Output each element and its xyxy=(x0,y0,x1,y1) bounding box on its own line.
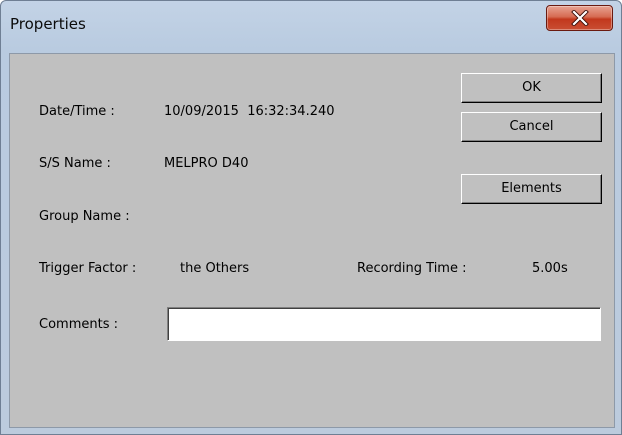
trigger-factor-value: the Others xyxy=(180,261,250,276)
date-time-value: 10/09/2015 16:32:34.240 xyxy=(164,104,335,119)
close-icon xyxy=(571,10,589,26)
group-name-label: Group Name : xyxy=(39,209,130,224)
comments-label: Comments : xyxy=(39,317,118,332)
ss-name-label: S/S Name : xyxy=(39,156,111,171)
date-time-label: Date/Time : xyxy=(39,104,115,119)
recording-time-label: Recording Time : xyxy=(357,261,467,276)
title-bar[interactable]: Properties xyxy=(1,1,621,45)
trigger-factor-label: Trigger Factor : xyxy=(39,261,137,276)
window-title: Properties xyxy=(10,15,86,33)
ss-name-value: MELPRO D40 xyxy=(164,156,249,171)
ok-button[interactable]: OK xyxy=(461,73,602,103)
dialog-body: Date/Time : 10/09/2015 16:32:34.240 S/S … xyxy=(9,53,615,428)
elements-button[interactable]: Elements xyxy=(461,174,602,204)
properties-dialog: Properties Date/Time : 10/09/2015 16:32:… xyxy=(0,0,622,435)
comments-input[interactable] xyxy=(167,307,601,341)
recording-time-value: 5.00s xyxy=(532,261,568,276)
cancel-button[interactable]: Cancel xyxy=(461,112,602,142)
close-button[interactable] xyxy=(546,5,613,31)
